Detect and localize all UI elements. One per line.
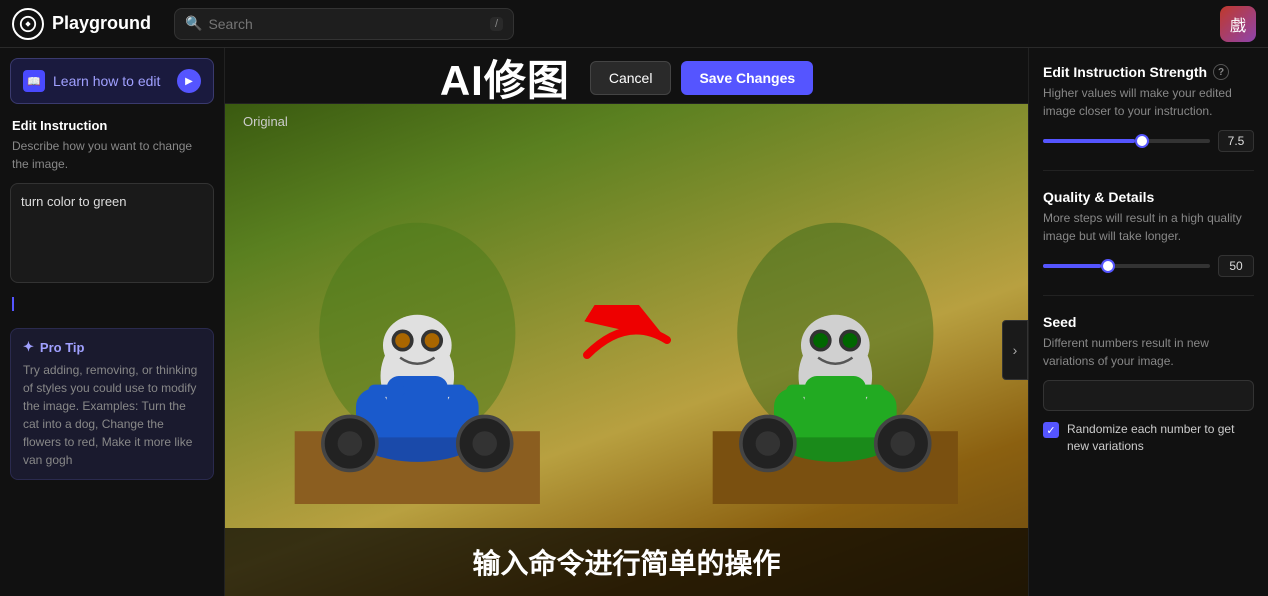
- image-canvas: 输入命令进行简单的操作: [225, 104, 1028, 596]
- image-area: Original: [225, 104, 1028, 596]
- pro-tip-header: ✦ Pro Tip: [23, 339, 201, 355]
- search-icon: 🔍: [185, 15, 202, 32]
- topbar: Playground 🔍 / 戲: [0, 0, 1268, 48]
- book-icon: 📖: [23, 70, 45, 92]
- logo-icon: [12, 8, 44, 40]
- topbar-right: 戲: [1220, 6, 1256, 42]
- learn-btn-label: Learn how to edit: [53, 73, 160, 89]
- randomize-label: Randomize each number to get new variati…: [1067, 421, 1254, 455]
- save-button[interactable]: Save Changes: [681, 61, 813, 95]
- strength-slider-row: 7.5: [1043, 130, 1254, 152]
- strength-desc: Higher values will make your edited imag…: [1043, 84, 1254, 120]
- original-label: Original: [243, 114, 288, 129]
- strength-section: Edit Instruction Strength ? Higher value…: [1043, 64, 1254, 152]
- expand-panel-button[interactable]: ›: [1002, 320, 1028, 380]
- header-buttons: Cancel Save Changes: [590, 61, 813, 95]
- randomize-checkbox[interactable]: ✓: [1043, 422, 1059, 438]
- edit-instruction-desc: Describe how you want to change the imag…: [0, 137, 224, 183]
- avatar[interactable]: 戲: [1220, 6, 1256, 42]
- search-input[interactable]: [208, 16, 484, 32]
- left-sidebar: 📖 Learn how to edit ▶ Edit Instruction D…: [0, 48, 225, 596]
- seed-section: Seed Different numbers result in new var…: [1043, 314, 1254, 455]
- seed-desc: Different numbers result in new variatio…: [1043, 334, 1254, 370]
- strength-info-icon[interactable]: ?: [1213, 64, 1229, 80]
- cursor-placeholder: [0, 293, 224, 322]
- edit-instruction-title: Edit Instruction: [0, 118, 224, 137]
- main-layout: 📖 Learn how to edit ▶ Edit Instruction D…: [0, 48, 1268, 596]
- quality-title: Quality & Details: [1043, 189, 1254, 205]
- center-content: AI修图 Cancel Save Changes Original: [225, 48, 1028, 596]
- after-image: [683, 168, 988, 522]
- subtitle-text: 输入命令进行简单的操作: [472, 548, 780, 579]
- quality-section: Quality & Details More steps will result…: [1043, 189, 1254, 277]
- strength-title: Edit Instruction Strength ?: [1043, 64, 1254, 80]
- logo-area: Playground: [12, 8, 162, 40]
- cancel-button[interactable]: Cancel: [590, 61, 672, 95]
- subtitle-overlay: 输入命令进行简单的操作: [225, 528, 1028, 596]
- seed-input[interactable]: [1043, 380, 1254, 411]
- seed-title: Seed: [1043, 314, 1254, 330]
- before-image: [265, 168, 570, 522]
- strength-slider-thumb[interactable]: [1135, 134, 1149, 148]
- randomize-row: ✓ Randomize each number to get new varia…: [1043, 421, 1254, 455]
- quality-slider-row: 50: [1043, 255, 1254, 277]
- page-title: AI修图: [440, 48, 570, 108]
- quality-slider-fill: [1043, 264, 1101, 268]
- quality-desc: More steps will result in a high quality…: [1043, 209, 1254, 245]
- search-shortcut: /: [490, 17, 503, 31]
- check-icon: ✓: [1046, 424, 1055, 437]
- strength-slider-track[interactable]: [1043, 139, 1210, 143]
- quality-slider-track[interactable]: [1043, 264, 1210, 268]
- divider-1: [1043, 170, 1254, 171]
- pro-tip-box: ✦ Pro Tip Try adding, removing, or think…: [10, 328, 214, 480]
- search-bar[interactable]: 🔍 /: [174, 8, 514, 40]
- learn-how-to-edit-button[interactable]: 📖 Learn how to edit ▶: [10, 58, 214, 104]
- star-icon: ✦: [23, 339, 34, 355]
- arrow-icon: [582, 305, 672, 380]
- divider-2: [1043, 295, 1254, 296]
- quality-value: 50: [1218, 255, 1254, 277]
- logo-text: Playground: [52, 13, 151, 34]
- pro-tip-text: Try adding, removing, or thinking of sty…: [23, 361, 201, 469]
- edit-instruction-input[interactable]: turn color to green: [10, 183, 214, 283]
- right-sidebar: Edit Instruction Strength ? Higher value…: [1028, 48, 1268, 596]
- play-icon: ▶: [177, 69, 201, 93]
- strength-value: 7.5: [1218, 130, 1254, 152]
- quality-slider-thumb[interactable]: [1101, 259, 1115, 273]
- strength-slider-fill: [1043, 139, 1135, 143]
- center-header: AI修图 Cancel Save Changes: [225, 48, 1028, 104]
